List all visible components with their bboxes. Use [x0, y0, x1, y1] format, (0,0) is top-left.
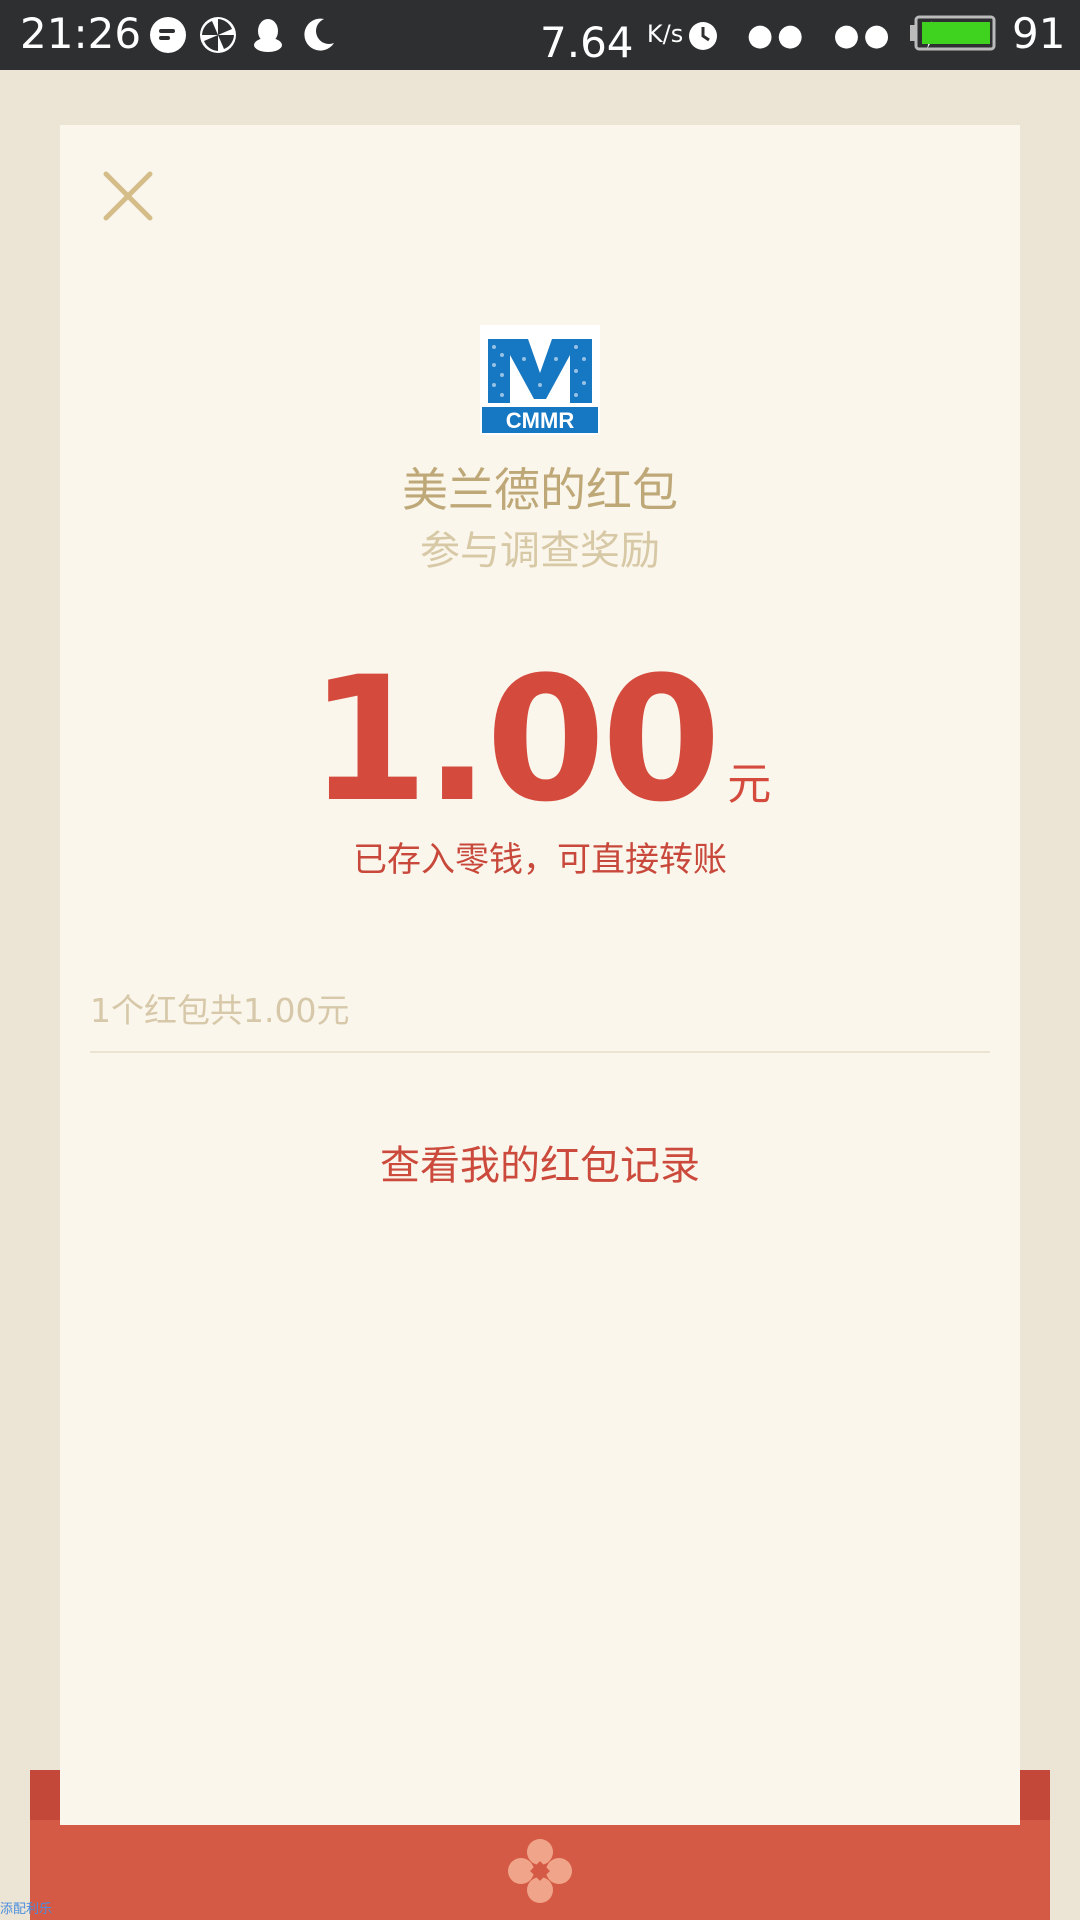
status-right-icons: ●● ●● — [685, 12, 940, 58]
cmmr-logo: CMMR — [480, 325, 600, 435]
amount-value: 1.00 — [308, 639, 721, 840]
amount-unit: 元 — [727, 759, 772, 810]
status-time: 21:26 — [20, 9, 142, 58]
notification-icons — [148, 10, 338, 60]
battery-fill — [922, 22, 990, 44]
message-icon — [150, 17, 186, 53]
moon-icon — [304, 18, 334, 51]
deposit-note: 已存入零钱，可直接转账 — [353, 840, 727, 880]
alarm-icon — [689, 22, 717, 50]
battery-icon — [910, 15, 996, 51]
status-bar: 21:26 7.64 K/s ●● ●● 91 — [0, 0, 1080, 70]
logo-text: CMMR — [506, 408, 575, 433]
signal-dots-icon: ●● — [833, 17, 894, 53]
packet-summary: 1个红包共1.00元 — [90, 991, 350, 1030]
qq-icon — [254, 19, 282, 52]
flower-emblem-icon — [508, 1839, 572, 1903]
signal-dots-icon: ●● — [747, 17, 808, 53]
network-speed-unit: K/s — [646, 20, 684, 48]
view-records-link[interactable]: 查看我的红包记录 — [0, 1138, 1080, 1194]
network-speed: 7.64 K/s — [540, 8, 683, 69]
close-icon[interactable] — [100, 168, 156, 224]
divider — [90, 1051, 990, 1053]
network-speed-value: 7.64 — [540, 18, 634, 67]
pinwheel-icon — [200, 17, 236, 53]
corner-label: 添配利乐 — [0, 1902, 53, 1917]
packet-subtitle: 参与调查奖励 — [420, 528, 660, 574]
amount-display: 1.00 元 — [0, 650, 1080, 830]
battery-level: 91 — [1012, 9, 1066, 58]
packet-sender-title: 美兰德的红包 — [402, 463, 678, 517]
